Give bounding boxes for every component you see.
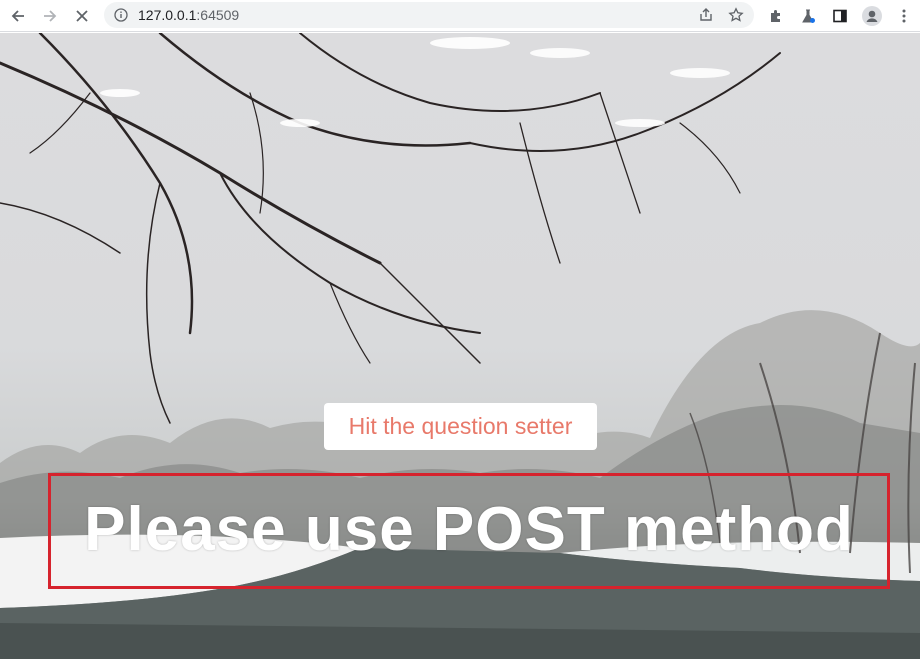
close-icon <box>76 10 88 22</box>
forward-arrow-icon <box>44 10 57 22</box>
menu-button[interactable] <box>888 2 920 30</box>
url-host: 127.0.0.1 <box>138 7 197 23</box>
side-panel-button[interactable] <box>824 2 856 30</box>
flask-icon <box>802 9 815 23</box>
back-arrow-icon <box>11 10 24 22</box>
bookmark-button[interactable] <box>726 5 746 25</box>
star-icon <box>728 7 744 22</box>
post-method-message: Please use POST method <box>84 495 854 564</box>
page-viewport: Hit the question setter Please use POST … <box>0 33 920 659</box>
back-button[interactable] <box>4 2 32 30</box>
hit-question-setter-button[interactable]: Hit the question setter <box>324 403 597 450</box>
browser-toolbar: 127.0.0.1:64509 <box>0 0 920 32</box>
share-button[interactable] <box>696 5 716 25</box>
extensions-button[interactable] <box>760 2 792 30</box>
url-port: :64509 <box>196 7 240 23</box>
stop-loading-button[interactable] <box>68 2 96 30</box>
forward-button[interactable] <box>36 2 64 30</box>
message-box: Please use POST method <box>48 473 890 589</box>
more-vert-icon <box>902 9 906 23</box>
url-text: 127.0.0.1:64509 <box>138 7 239 23</box>
side-panel-icon <box>833 9 847 23</box>
puzzle-icon <box>771 10 780 22</box>
share-icon <box>700 8 712 21</box>
profile-button[interactable] <box>856 2 888 30</box>
labs-button[interactable] <box>792 2 824 30</box>
info-icon[interactable] <box>114 8 128 22</box>
avatar-icon <box>862 6 882 26</box>
address-bar[interactable]: 127.0.0.1:64509 <box>104 2 754 28</box>
